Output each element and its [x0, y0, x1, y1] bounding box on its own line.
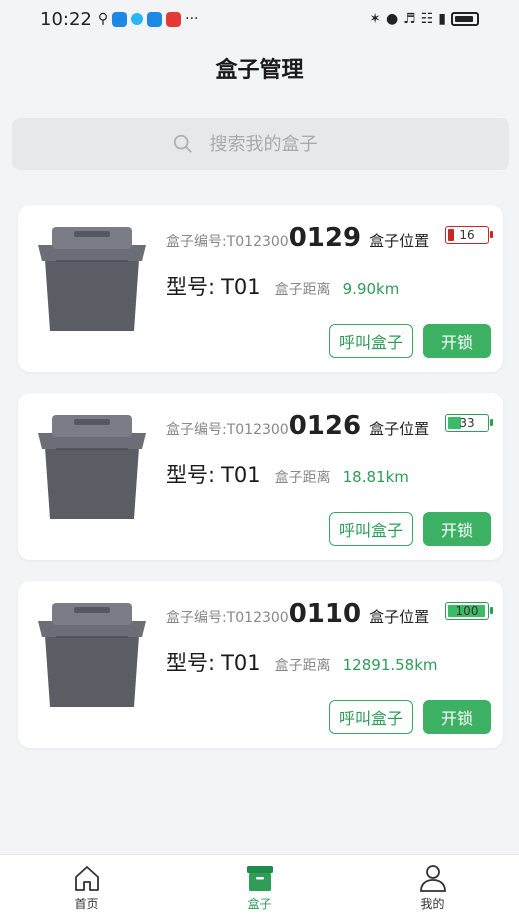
model-label: 型号:	[166, 651, 216, 675]
chat-icon: ⚲	[97, 11, 109, 27]
battery-indicator: 100	[445, 602, 493, 620]
tab-box[interactable]: 盒子	[173, 855, 346, 916]
call-box-button[interactable]: 呼叫盒子	[329, 324, 413, 358]
model-label: 型号:	[166, 275, 216, 299]
battery-level: 16	[459, 228, 475, 242]
book-notification-icon	[166, 11, 182, 27]
code-row: 盒子编号:T012300 0126 盒子位置	[166, 411, 493, 445]
user-icon	[419, 865, 446, 892]
location-icon: ●	[385, 11, 399, 27]
card-actions: 呼叫盒子 开锁	[329, 700, 491, 734]
battery-indicator: 33	[445, 414, 493, 432]
page-title: 盒子管理	[215, 58, 304, 83]
box-card: 盒子编号:T012300 0129 盒子位置 16 型号: T01 盒子距离 9…	[18, 205, 503, 372]
search-input[interactable]	[209, 133, 350, 155]
battery-indicator: 16	[445, 226, 493, 244]
more-notifications-indicator: ···	[185, 11, 199, 27]
tab-home-label: 首页	[74, 897, 99, 911]
search-icon	[173, 134, 192, 153]
bluetooth-icon: ✶	[369, 11, 381, 27]
status-left: 10:22 ⚲ ···	[40, 9, 199, 30]
box-image	[38, 415, 146, 519]
battery-level: 100	[455, 604, 479, 618]
card-actions: 呼叫盒子 开锁	[329, 512, 491, 546]
card-info: 盒子编号:T012300 0110 盒子位置 100 型号: T01 盒子距离 …	[166, 599, 493, 677]
box-image	[38, 603, 146, 707]
home-icon	[74, 866, 99, 891]
card-actions: 呼叫盒子 开锁	[329, 324, 491, 358]
call-box-button[interactable]: 呼叫盒子	[329, 700, 413, 734]
box-code-prefix: 盒子编号:T012300	[166, 610, 289, 626]
box-card: 盒子编号:T012300 0126 盒子位置 33 型号: T01 盒子距离 1…	[18, 393, 503, 560]
model-label: 型号:	[166, 463, 216, 487]
app-notification-icon	[112, 11, 128, 27]
battery-level: 33	[459, 416, 475, 430]
box-code-prefix: 盒子编号:T012300	[166, 422, 289, 438]
distance-label: 盒子距离	[274, 282, 331, 298]
model-row: 型号: T01 盒子距离 12891.58km	[166, 647, 493, 677]
distance-label: 盒子距离	[274, 470, 331, 486]
unlock-button[interactable]: 开锁	[423, 700, 491, 734]
box-location-label[interactable]: 盒子位置	[369, 230, 429, 251]
box-image	[38, 227, 146, 331]
status-right: ✶ ● ♬ ☷ ▮	[369, 11, 479, 27]
box-icon	[246, 866, 273, 891]
model-value: T01	[221, 651, 261, 675]
distance-value: 9.90km	[342, 280, 400, 298]
search-notification-icon	[147, 11, 163, 27]
code-row: 盒子编号:T012300 0129 盒子位置	[166, 223, 493, 257]
model-row: 型号: T01 盒子距离 18.81km	[166, 459, 493, 489]
box-location-label[interactable]: 盒子位置	[369, 418, 429, 439]
distance-value: 12891.58km	[342, 656, 438, 674]
model-value: T01	[221, 275, 261, 299]
tab-box-label: 盒子	[247, 897, 272, 911]
battery-status-icon	[451, 12, 479, 26]
unlock-button[interactable]: 开锁	[423, 324, 491, 358]
status-bar: 10:22 ⚲ ··· ✶ ● ♬ ☷ ▮	[0, 0, 519, 38]
distance-value: 18.81km	[342, 468, 409, 486]
unlock-button[interactable]: 开锁	[423, 512, 491, 546]
box-code-number: 0126	[288, 411, 362, 441]
box-code-number: 0129	[288, 223, 362, 253]
box-code-prefix: 盒子编号:T012300	[166, 234, 289, 250]
tab-mine[interactable]: 我的	[346, 855, 519, 916]
box-location-label[interactable]: 盒子位置	[369, 606, 429, 627]
distance-label: 盒子距离	[274, 658, 331, 674]
bottom-tab-bar: 首页 盒子 我的	[0, 854, 519, 916]
search-bar[interactable]	[12, 118, 509, 170]
wifi-icon: ☷	[420, 11, 434, 27]
status-time: 10:22	[40, 8, 92, 30]
tab-home[interactable]: 首页	[0, 855, 173, 916]
box-code-number: 0110	[288, 599, 362, 629]
model-row: 型号: T01 盒子距离 9.90km	[166, 271, 493, 301]
sim-icon: ▮	[438, 11, 446, 27]
card-info: 盒子编号:T012300 0129 盒子位置 16 型号: T01 盒子距离 9…	[166, 223, 493, 301]
tab-mine-label: 我的	[420, 897, 445, 911]
card-info: 盒子编号:T012300 0126 盒子位置 33 型号: T01 盒子距离 1…	[166, 411, 493, 489]
model-value: T01	[221, 463, 261, 487]
box-card: 盒子编号:T012300 0110 盒子位置 100 型号: T01 盒子距离 …	[18, 581, 503, 748]
browser-notification-icon	[131, 13, 144, 25]
code-row: 盒子编号:T012300 0110 盒子位置	[166, 599, 493, 633]
mute-icon: ♬	[403, 11, 416, 27]
call-box-button[interactable]: 呼叫盒子	[329, 512, 413, 546]
